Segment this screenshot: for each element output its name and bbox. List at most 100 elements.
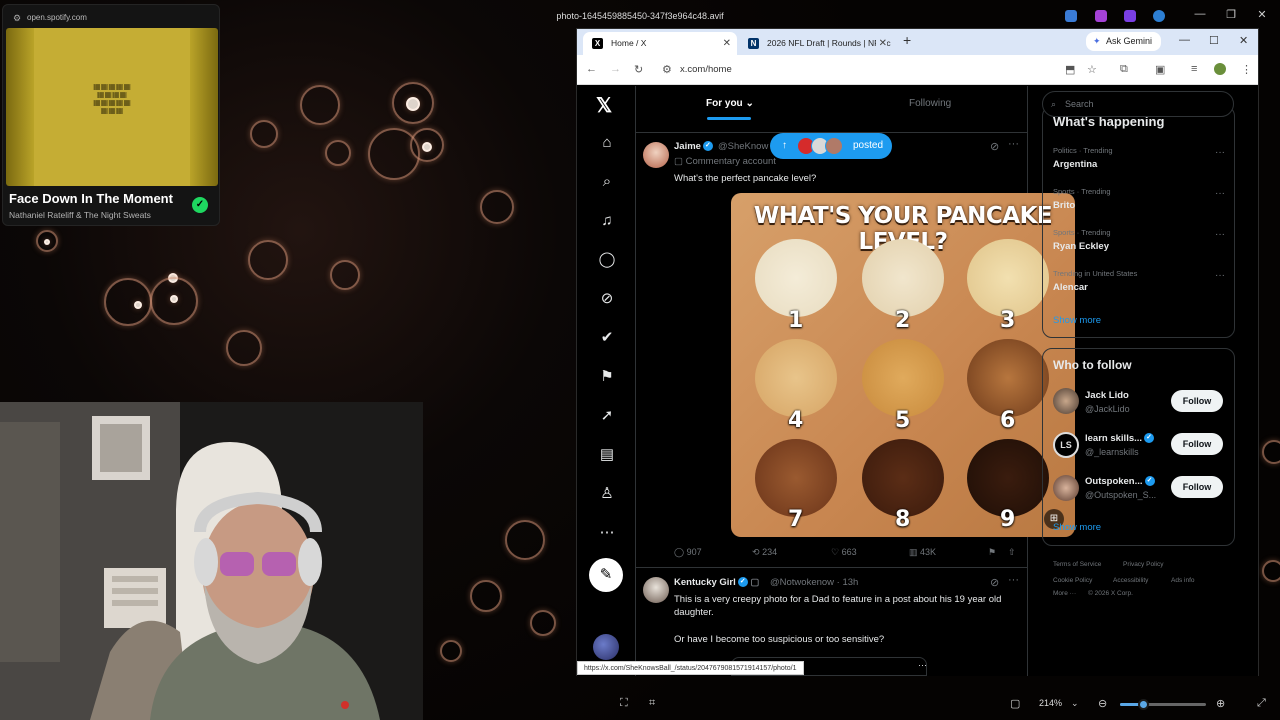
- maximize-icon[interactable]: ☐: [1209, 34, 1219, 47]
- app-icon[interactable]: [1095, 10, 1107, 22]
- reload-icon[interactable]: ↻: [634, 63, 643, 76]
- follow-button[interactable]: Follow: [1171, 433, 1223, 455]
- back-icon[interactable]: ←: [586, 63, 597, 75]
- avatar[interactable]: [643, 142, 669, 168]
- minimize-icon[interactable]: —: [1190, 8, 1210, 20]
- avatar[interactable]: [1053, 388, 1079, 414]
- bookmark-star-icon[interactable]: ☆: [1087, 63, 1097, 76]
- zoom-slider-thumb[interactable]: [1138, 699, 1150, 710]
- more-options-icon[interactable]: ···: [1008, 138, 1019, 150]
- profile-person-icon[interactable]: ♙: [596, 483, 618, 505]
- bookmarks-icon[interactable]: ⚑: [596, 366, 618, 388]
- post-author-name[interactable]: Jaime ✓: [674, 141, 713, 152]
- post-author-handle[interactable]: @Notwokenow · 13h: [770, 577, 858, 588]
- avatar[interactable]: [643, 577, 669, 603]
- chevron-down-icon[interactable]: ⌄: [1071, 698, 1079, 709]
- post-author-name[interactable]: Kentucky Girl ✓ ▢: [674, 577, 759, 588]
- site-info-icon[interactable]: ⚙: [662, 63, 672, 76]
- account-avatar[interactable]: [593, 634, 619, 660]
- show-more-link[interactable]: Show more: [1053, 315, 1101, 326]
- close-tab-icon[interactable]: ✕: [875, 32, 887, 55]
- search-input[interactable]: ⌕ Search: [1042, 91, 1234, 117]
- follow-button[interactable]: Follow: [1171, 390, 1223, 412]
- footer-link[interactable]: Terms of Service: [1053, 561, 1101, 568]
- minimize-icon[interactable]: —: [1179, 34, 1190, 46]
- show-more-link[interactable]: Show more: [1053, 522, 1101, 533]
- tab-for-you[interactable]: For you ⌄: [706, 98, 754, 109]
- trend-name[interactable]: Argentina: [1053, 159, 1097, 170]
- close-tab-icon[interactable]: ✕: [723, 32, 731, 55]
- install-app-icon[interactable]: ⬒: [1065, 63, 1075, 76]
- close-icon[interactable]: ✕: [1252, 8, 1272, 21]
- tab-nfl-draft[interactable]: N 2026 NFL Draft | Rounds | NFL.c ✕: [739, 32, 893, 55]
- grok-explain-icon[interactable]: ⊘: [990, 140, 999, 153]
- new-posts-pill[interactable]: ↑ posted: [770, 133, 892, 159]
- avatar[interactable]: LS: [1053, 432, 1079, 458]
- trend-name[interactable]: Alencar: [1053, 282, 1088, 293]
- tab-following[interactable]: Following: [909, 98, 951, 109]
- suggestion-name[interactable]: learn skills... ✓: [1085, 433, 1155, 444]
- restore-icon[interactable]: ❐: [1221, 8, 1241, 21]
- more-options-icon[interactable]: ···: [1215, 188, 1225, 199]
- zoom-level[interactable]: 214%: [1039, 698, 1062, 708]
- bookmark-icon[interactable]: ⚑: [988, 547, 996, 558]
- views-action[interactable]: ▥ 43K: [909, 547, 936, 558]
- trend-name[interactable]: Brito: [1053, 200, 1075, 211]
- url-field[interactable]: x.com/home: [680, 64, 732, 75]
- zoom-out-icon[interactable]: ⊖: [1098, 697, 1107, 710]
- fit-to-window-icon[interactable]: ⛶: [620, 697, 628, 710]
- footer-link[interactable]: Privacy Policy: [1123, 561, 1163, 568]
- footer-link[interactable]: Accessibility: [1113, 577, 1148, 584]
- footer-link[interactable]: More ···: [1053, 590, 1076, 597]
- saved-check-icon[interactable]: ✓: [192, 197, 208, 213]
- messages-icon[interactable]: ◯: [596, 249, 618, 271]
- new-tab-icon[interactable]: +: [903, 32, 911, 48]
- fullscreen-icon[interactable]: ⤢: [1257, 697, 1266, 710]
- app-icon[interactable]: [1065, 10, 1077, 22]
- footer-link[interactable]: Cookie Policy: [1053, 577, 1092, 584]
- footer-link[interactable]: Ads info: [1171, 577, 1195, 584]
- follow-button[interactable]: Follow: [1171, 476, 1223, 498]
- compose-post-button[interactable]: ✎: [589, 558, 623, 592]
- actual-size-icon[interactable]: ▢: [1010, 697, 1020, 710]
- trend-name[interactable]: Ryan Eckley: [1053, 241, 1109, 252]
- communities-icon[interactable]: ✔: [596, 327, 618, 349]
- post-author-handle[interactable]: @SheKnow: [718, 141, 768, 152]
- menu-icon[interactable]: ⋮: [1241, 63, 1252, 76]
- like-action[interactable]: ♡ 663: [831, 547, 857, 558]
- app-icon[interactable]: [1124, 10, 1136, 22]
- tab-x-home[interactable]: X Home / X ✕: [583, 32, 737, 55]
- explore-search-icon[interactable]: ⌕: [596, 171, 618, 193]
- zoom-in-icon[interactable]: ⊕: [1216, 697, 1225, 710]
- extensions-icon[interactable]: ⧉: [1120, 63, 1128, 76]
- ask-gemini-button[interactable]: ✦ Ask Gemini: [1086, 32, 1162, 51]
- grok-icon[interactable]: ⊘: [596, 288, 618, 310]
- jobs-rocket-icon[interactable]: ➚: [596, 405, 618, 427]
- post-image[interactable]: WHAT'S YOUR PANCAKE LEVEL? 1 2 3 4 5 6: [731, 193, 1075, 537]
- suggestion-name[interactable]: Jack Lido: [1085, 390, 1129, 401]
- reply-action[interactable]: ◯ 907: [674, 547, 702, 558]
- text-select-icon[interactable]: ⌗: [649, 697, 655, 710]
- close-window-icon[interactable]: ✕: [1239, 34, 1248, 47]
- more-options-icon[interactable]: ···: [918, 660, 927, 670]
- zoom-slider[interactable]: [1120, 699, 1206, 710]
- repost-action[interactable]: ⟲ 234: [752, 547, 777, 558]
- more-options-icon[interactable]: ···: [1008, 574, 1019, 586]
- spotify-miniplayer[interactable]: ⚙ open.spotify.com ▦▦▦▦▦ ▦▦▦▦ ▦▦▦▦▦ ▦▦▦ Fac…: [2, 4, 220, 226]
- more-options-icon[interactable]: ···: [1215, 147, 1225, 158]
- browser-window[interactable]: X Home / X ✕ N 2026 NFL Draft | Rounds |…: [576, 28, 1259, 676]
- home-icon[interactable]: ⌂: [596, 132, 618, 154]
- site-settings-icon[interactable]: ⚙: [13, 13, 21, 24]
- forward-icon[interactable]: →: [610, 63, 621, 75]
- more-options-icon[interactable]: ···: [1215, 229, 1225, 240]
- notifications-bell-icon[interactable]: ♫: [596, 210, 618, 232]
- split-view-icon[interactable]: ▣: [1155, 63, 1165, 76]
- grok-explain-icon[interactable]: ⊘: [990, 576, 999, 589]
- reading-list-icon[interactable]: ≡: [1191, 63, 1197, 75]
- more-options-icon[interactable]: ···: [1215, 270, 1225, 281]
- more-circle-icon[interactable]: ⋯: [596, 522, 618, 544]
- share-icon[interactable]: ⇧: [1008, 547, 1016, 558]
- x-logo-icon[interactable]: 𝕏: [596, 93, 612, 118]
- lists-icon[interactable]: ▤: [596, 444, 618, 466]
- profile-icon[interactable]: [1214, 63, 1226, 75]
